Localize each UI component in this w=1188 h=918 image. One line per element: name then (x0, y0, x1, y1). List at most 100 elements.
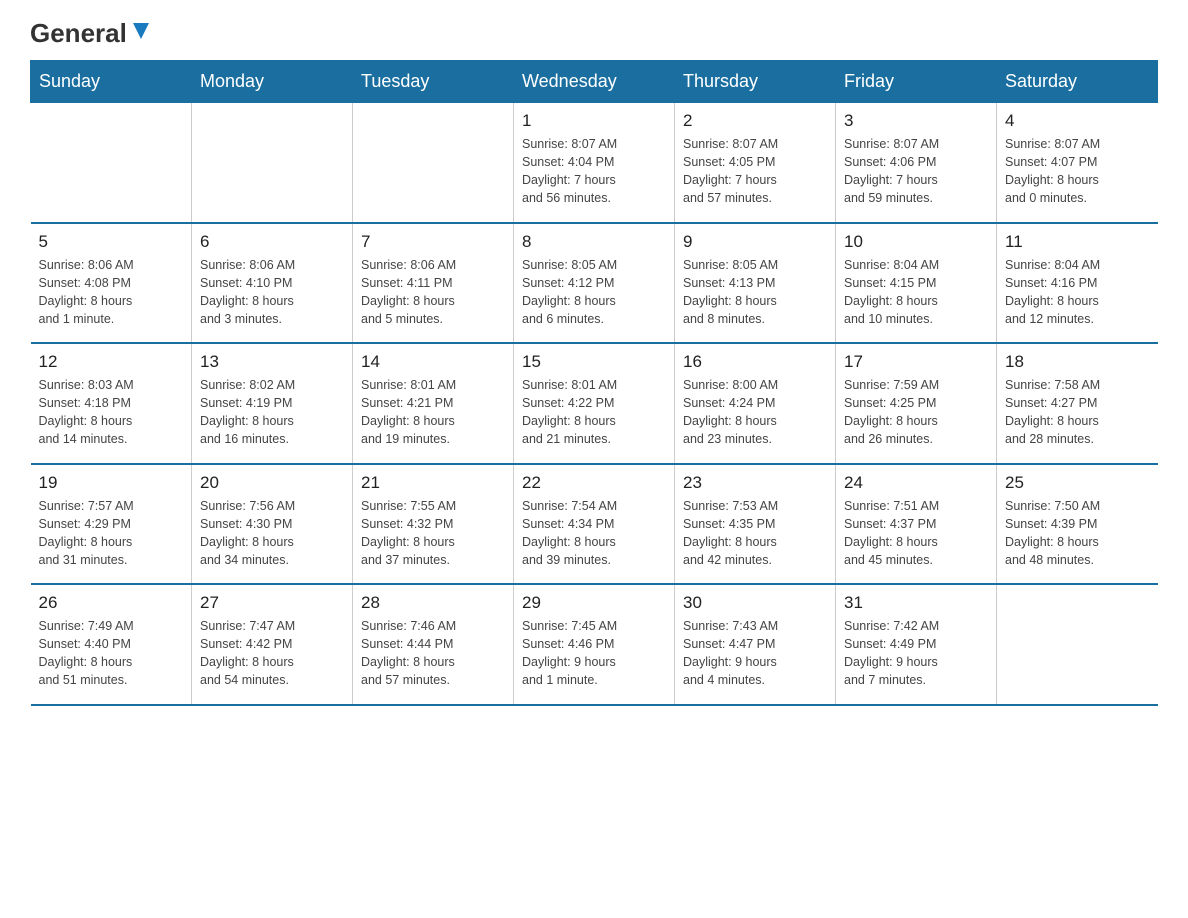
day-info: Sunrise: 8:07 AM Sunset: 4:07 PM Dayligh… (1005, 135, 1150, 208)
day-number: 15 (522, 352, 666, 372)
day-info: Sunrise: 7:53 AM Sunset: 4:35 PM Dayligh… (683, 497, 827, 570)
day-info: Sunrise: 7:49 AM Sunset: 4:40 PM Dayligh… (39, 617, 184, 690)
day-number: 29 (522, 593, 666, 613)
week-row-1: 1 Sunrise: 8:07 AM Sunset: 4:04 PM Daylig… (31, 103, 1158, 223)
column-header-saturday: Saturday (997, 61, 1158, 103)
day-number: 4 (1005, 111, 1150, 131)
day-info: Sunrise: 8:07 AM Sunset: 4:06 PM Dayligh… (844, 135, 988, 208)
column-header-monday: Monday (192, 61, 353, 103)
day-number: 14 (361, 352, 505, 372)
calendar-cell: 16Sunrise: 8:00 AM Sunset: 4:24 PM Dayli… (675, 343, 836, 464)
day-info: Sunrise: 8:03 AM Sunset: 4:18 PM Dayligh… (39, 376, 184, 449)
day-info: Sunrise: 8:01 AM Sunset: 4:21 PM Dayligh… (361, 376, 505, 449)
day-number: 28 (361, 593, 505, 613)
calendar-cell (31, 103, 192, 223)
calendar-cell: 20Sunrise: 7:56 AM Sunset: 4:30 PM Dayli… (192, 464, 353, 585)
day-number: 22 (522, 473, 666, 493)
day-number: 7 (361, 232, 505, 252)
calendar-cell: 21 Sunrise: 7:55 AM Sunset: 4:32 PM Dayli… (353, 464, 514, 585)
day-info: Sunrise: 8:06 AM Sunset: 4:11 PM Dayligh… (361, 256, 505, 329)
day-number: 21 (361, 473, 505, 493)
day-number: 27 (200, 593, 344, 613)
column-header-tuesday: Tuesday (353, 61, 514, 103)
logo-triangle-icon (129, 19, 153, 43)
calendar-cell: 15 Sunrise: 8:01 AM Sunset: 4:22 PM Dayli… (514, 343, 675, 464)
day-number: 9 (683, 232, 827, 252)
page-header: General (30, 20, 1158, 48)
calendar-cell: 29 Sunrise: 7:45 AM Sunset: 4:46 PM Dayli… (514, 584, 675, 705)
calendar-cell: 19 Sunrise: 7:57 AM Sunset: 4:29 PM Dayli… (31, 464, 192, 585)
calendar-cell: 3 Sunrise: 8:07 AM Sunset: 4:06 PM Daylig… (836, 103, 997, 223)
day-info: Sunrise: 7:54 AM Sunset: 4:34 PM Dayligh… (522, 497, 666, 570)
calendar-cell: 5 Sunrise: 8:06 AM Sunset: 4:08 PM Daylig… (31, 223, 192, 344)
day-number: 10 (844, 232, 988, 252)
week-row-5: 26 Sunrise: 7:49 AM Sunset: 4:40 PM Dayli… (31, 584, 1158, 705)
calendar-cell: 11 Sunrise: 8:04 AM Sunset: 4:16 PM Dayli… (997, 223, 1158, 344)
week-row-4: 19 Sunrise: 7:57 AM Sunset: 4:29 PM Dayli… (31, 464, 1158, 585)
calendar-cell: 12 Sunrise: 8:03 AM Sunset: 4:18 PM Dayli… (31, 343, 192, 464)
day-info: Sunrise: 8:02 AM Sunset: 4:19 PM Dayligh… (200, 376, 344, 449)
column-header-thursday: Thursday (675, 61, 836, 103)
day-info: Sunrise: 7:55 AM Sunset: 4:32 PM Dayligh… (361, 497, 505, 570)
day-number: 25 (1005, 473, 1150, 493)
day-number: 24 (844, 473, 988, 493)
day-number: 3 (844, 111, 988, 131)
calendar-cell: 7 Sunrise: 8:06 AM Sunset: 4:11 PM Daylig… (353, 223, 514, 344)
calendar-cell: 26 Sunrise: 7:49 AM Sunset: 4:40 PM Dayli… (31, 584, 192, 705)
column-header-wednesday: Wednesday (514, 61, 675, 103)
calendar-cell: 27 Sunrise: 7:47 AM Sunset: 4:42 PM Dayli… (192, 584, 353, 705)
day-info: Sunrise: 8:05 AM Sunset: 4:12 PM Dayligh… (522, 256, 666, 329)
calendar-cell: 9 Sunrise: 8:05 AM Sunset: 4:13 PM Daylig… (675, 223, 836, 344)
calendar-header-row: SundayMondayTuesdayWednesdayThursdayFrid… (31, 61, 1158, 103)
day-number: 6 (200, 232, 344, 252)
calendar-cell (997, 584, 1158, 705)
day-number: 2 (683, 111, 827, 131)
day-info: Sunrise: 7:45 AM Sunset: 4:46 PM Dayligh… (522, 617, 666, 690)
logo: General (30, 20, 153, 48)
calendar-cell: 10 Sunrise: 8:04 AM Sunset: 4:15 PM Dayli… (836, 223, 997, 344)
day-number: 31 (844, 593, 988, 613)
calendar-cell: 30 Sunrise: 7:43 AM Sunset: 4:47 PM Dayli… (675, 584, 836, 705)
day-number: 17 (844, 352, 988, 372)
day-info: Sunrise: 7:57 AM Sunset: 4:29 PM Dayligh… (39, 497, 184, 570)
day-info: Sunrise: 7:46 AM Sunset: 4:44 PM Dayligh… (361, 617, 505, 690)
day-number: 18 (1005, 352, 1150, 372)
day-number: 16 (683, 352, 827, 372)
calendar-cell: 14 Sunrise: 8:01 AM Sunset: 4:21 PM Dayli… (353, 343, 514, 464)
day-info: Sunrise: 8:07 AM Sunset: 4:04 PM Dayligh… (522, 135, 666, 208)
calendar-cell: 31Sunrise: 7:42 AM Sunset: 4:49 PM Dayli… (836, 584, 997, 705)
day-info: Sunrise: 7:58 AM Sunset: 4:27 PM Dayligh… (1005, 376, 1150, 449)
calendar-cell: 18 Sunrise: 7:58 AM Sunset: 4:27 PM Dayli… (997, 343, 1158, 464)
calendar-cell: 24Sunrise: 7:51 AM Sunset: 4:37 PM Dayli… (836, 464, 997, 585)
day-number: 8 (522, 232, 666, 252)
calendar-cell: 1 Sunrise: 8:07 AM Sunset: 4:04 PM Daylig… (514, 103, 675, 223)
calendar-table: SundayMondayTuesdayWednesdayThursdayFrid… (30, 60, 1158, 706)
day-number: 11 (1005, 232, 1150, 252)
day-number: 23 (683, 473, 827, 493)
day-info: Sunrise: 8:04 AM Sunset: 4:15 PM Dayligh… (844, 256, 988, 329)
day-number: 30 (683, 593, 827, 613)
calendar-cell: 2 Sunrise: 8:07 AM Sunset: 4:05 PM Daylig… (675, 103, 836, 223)
day-number: 13 (200, 352, 344, 372)
day-number: 12 (39, 352, 184, 372)
day-number: 1 (522, 111, 666, 131)
day-info: Sunrise: 7:47 AM Sunset: 4:42 PM Dayligh… (200, 617, 344, 690)
day-number: 19 (39, 473, 184, 493)
calendar-cell (192, 103, 353, 223)
day-info: Sunrise: 7:43 AM Sunset: 4:47 PM Dayligh… (683, 617, 827, 690)
logo-text: General (30, 20, 127, 46)
calendar-cell: 22 Sunrise: 7:54 AM Sunset: 4:34 PM Dayli… (514, 464, 675, 585)
day-info: Sunrise: 8:05 AM Sunset: 4:13 PM Dayligh… (683, 256, 827, 329)
day-info: Sunrise: 8:06 AM Sunset: 4:08 PM Dayligh… (39, 256, 184, 329)
calendar-cell (353, 103, 514, 223)
calendar-cell: 6Sunrise: 8:06 AM Sunset: 4:10 PM Daylig… (192, 223, 353, 344)
day-info: Sunrise: 8:01 AM Sunset: 4:22 PM Dayligh… (522, 376, 666, 449)
calendar-cell: 8 Sunrise: 8:05 AM Sunset: 4:12 PM Daylig… (514, 223, 675, 344)
column-header-friday: Friday (836, 61, 997, 103)
day-number: 5 (39, 232, 184, 252)
day-info: Sunrise: 8:04 AM Sunset: 4:16 PM Dayligh… (1005, 256, 1150, 329)
day-info: Sunrise: 7:56 AM Sunset: 4:30 PM Dayligh… (200, 497, 344, 570)
day-info: Sunrise: 8:07 AM Sunset: 4:05 PM Dayligh… (683, 135, 827, 208)
day-number: 26 (39, 593, 184, 613)
calendar-cell: 25Sunrise: 7:50 AM Sunset: 4:39 PM Dayli… (997, 464, 1158, 585)
